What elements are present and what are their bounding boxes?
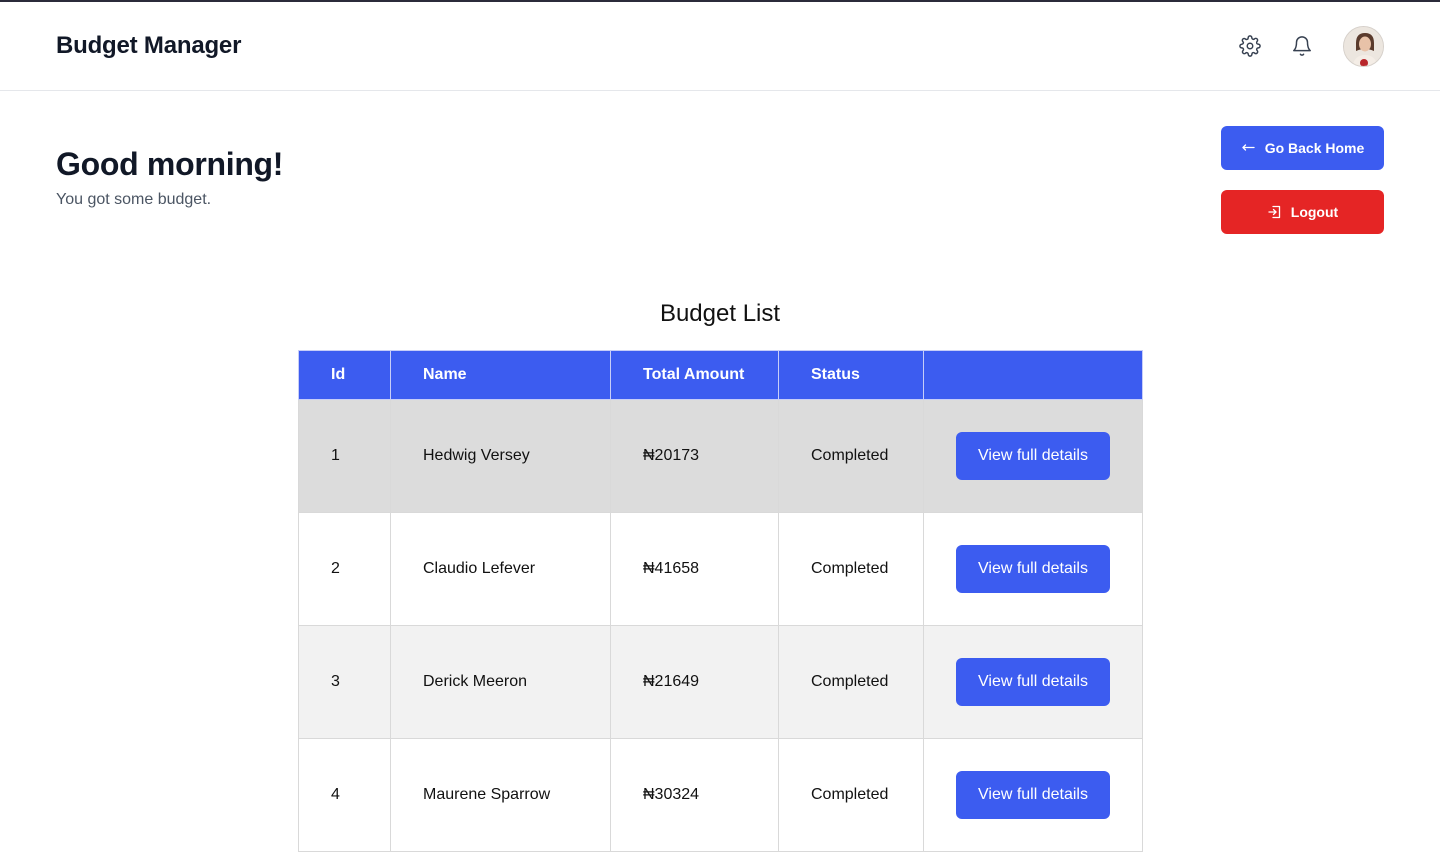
budget-table: Id Name Total Amount Status 1 Hedwig Ver… [298,350,1143,852]
bell-icon[interactable] [1290,34,1314,58]
budget-list-title: Budget List [659,300,781,327]
greeting-heading: Good morning! [56,146,284,182]
cell-name: Derick Meeron [390,625,611,739]
column-header-actions [923,350,1143,400]
cell-amount: ₦21649 [610,625,779,739]
go-back-home-label: Go Back Home [1264,140,1365,156]
cell-id: 3 [298,625,391,739]
arrow-return-icon [1242,144,1255,151]
cell-amount: ₦30324 [610,738,779,852]
cell-action: View full details [923,625,1143,739]
column-header-name: Name [390,350,611,400]
table-row[interactable]: 1 Hedwig Versey ₦20173 Completed View fu… [298,399,1143,513]
table-header-row: Id Name Total Amount Status [298,350,1143,400]
cell-status: Completed [778,738,924,852]
cell-action: View full details [923,738,1143,852]
view-full-details-button[interactable]: View full details [956,545,1110,593]
cell-id: 2 [298,512,391,626]
logout-button[interactable]: Logout [1221,190,1384,234]
column-header-total-amount: Total Amount [610,350,779,400]
greeting-subtitle: You got some budget. [56,191,212,208]
table-row[interactable]: 4 Maurene Sparrow ₦30324 Completed View … [298,738,1143,852]
cell-id: 4 [298,738,391,852]
cell-status: Completed [778,399,924,513]
cell-action: View full details [923,512,1143,626]
app-header: Budget Manager [0,2,1440,91]
logout-icon [1268,205,1280,219]
app-title: Budget Manager [56,32,242,59]
table-row[interactable]: 2 Claudio Lefever ₦41658 Completed View … [298,512,1143,626]
cell-name: Hedwig Versey [390,399,611,513]
logout-label: Logout [1290,204,1339,220]
go-back-home-button[interactable]: Go Back Home [1221,126,1384,170]
cell-id: 1 [298,399,391,513]
cell-action: View full details [923,399,1143,513]
cell-name: Maurene Sparrow [390,738,611,852]
avatar[interactable] [1343,26,1384,67]
column-header-id: Id [298,350,391,400]
cell-amount: ₦20173 [610,399,779,513]
view-full-details-button[interactable]: View full details [956,771,1110,819]
cell-name: Claudio Lefever [390,512,611,626]
column-header-status: Status [778,350,924,400]
cell-status: Completed [778,512,924,626]
cell-status: Completed [778,625,924,739]
view-full-details-button[interactable]: View full details [956,658,1110,706]
table-row[interactable]: 3 Derick Meeron ₦21649 Completed View fu… [298,625,1143,739]
cell-amount: ₦41658 [610,512,779,626]
gear-icon[interactable] [1238,34,1262,58]
view-full-details-button[interactable]: View full details [956,432,1110,480]
